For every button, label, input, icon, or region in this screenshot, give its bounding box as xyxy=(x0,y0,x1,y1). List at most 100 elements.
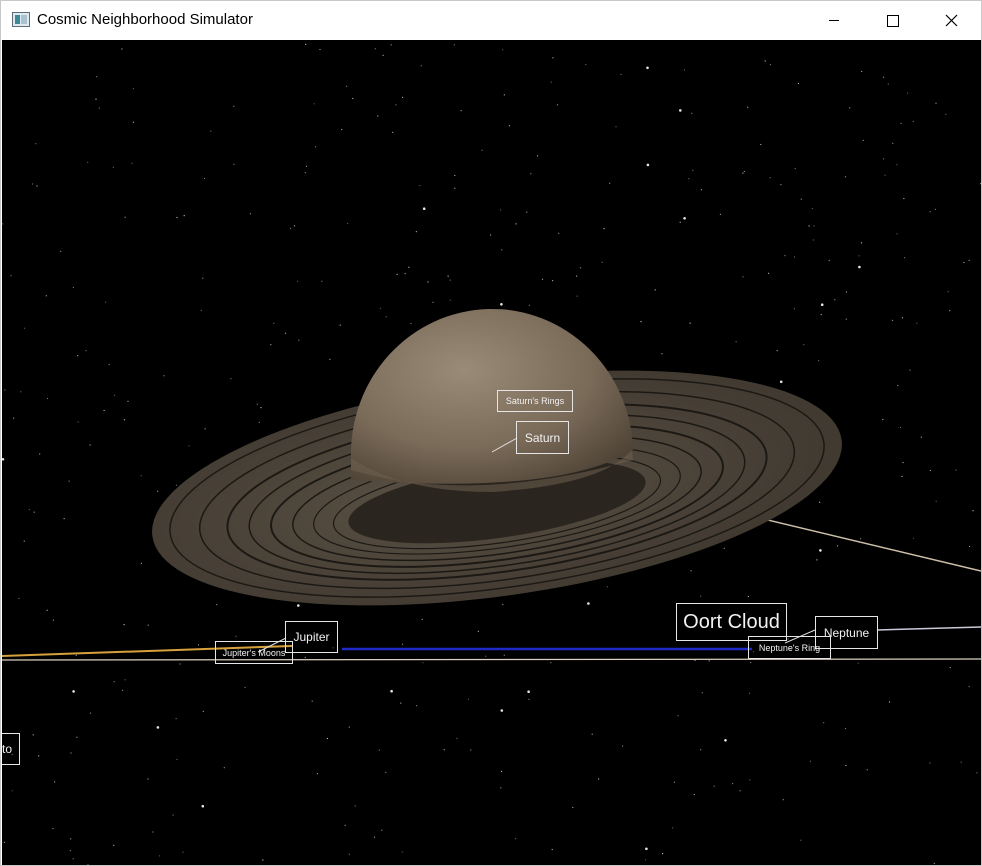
star xyxy=(4,389,6,391)
star xyxy=(541,278,544,280)
star xyxy=(347,222,349,224)
star xyxy=(503,654,505,656)
star xyxy=(813,225,815,227)
star xyxy=(422,207,426,210)
star xyxy=(13,417,15,419)
star xyxy=(321,280,323,282)
star xyxy=(454,187,456,189)
star xyxy=(688,178,690,180)
star xyxy=(157,490,159,492)
star xyxy=(23,540,25,542)
star xyxy=(443,749,445,751)
star xyxy=(713,785,715,787)
label-pluto[interactable]: to xyxy=(2,733,20,765)
star xyxy=(477,630,479,633)
star xyxy=(809,760,812,762)
star xyxy=(907,92,909,94)
star xyxy=(750,662,752,664)
star xyxy=(552,280,554,282)
star xyxy=(490,234,492,236)
star xyxy=(298,339,300,341)
star xyxy=(784,255,786,257)
star xyxy=(779,380,783,384)
star xyxy=(816,559,818,561)
star xyxy=(811,207,813,210)
minimize-button[interactable] xyxy=(811,1,857,39)
star xyxy=(749,779,751,781)
star xyxy=(803,344,805,346)
star xyxy=(743,170,745,173)
star xyxy=(98,107,100,109)
star xyxy=(708,660,710,662)
star xyxy=(860,242,863,244)
star xyxy=(96,76,98,78)
star xyxy=(891,319,894,321)
label-jupiters-moons[interactable]: Jupiter's Moons xyxy=(215,641,293,664)
star xyxy=(216,604,218,606)
star xyxy=(515,223,517,225)
label-saturns-rings[interactable]: Saturn's Rings xyxy=(497,390,573,412)
star xyxy=(273,322,275,324)
star xyxy=(341,128,343,131)
star xyxy=(776,350,778,352)
star xyxy=(113,681,115,683)
star xyxy=(912,120,914,122)
star xyxy=(900,122,902,124)
close-icon xyxy=(945,14,958,27)
star xyxy=(381,829,383,831)
star xyxy=(70,752,72,754)
star xyxy=(700,189,703,191)
star xyxy=(152,831,154,833)
star xyxy=(579,267,582,269)
simulation-viewport[interactable]: Saturn's Rings Saturn Jupiter Jupiter's … xyxy=(2,40,981,865)
close-button[interactable] xyxy=(927,1,973,39)
star xyxy=(955,469,957,471)
star xyxy=(176,758,178,761)
star xyxy=(916,322,918,324)
star xyxy=(297,604,300,607)
star xyxy=(392,131,394,133)
star xyxy=(210,130,212,132)
star xyxy=(72,286,74,288)
star xyxy=(935,500,937,502)
label-neptunes-rings[interactable]: Neptune's Ring xyxy=(748,636,831,659)
star xyxy=(260,407,262,409)
star xyxy=(32,734,34,736)
star xyxy=(131,162,133,164)
star xyxy=(105,301,107,303)
star xyxy=(528,698,530,700)
app-window: Cosmic Neighborhood Simulator Saturn's R… xyxy=(0,0,982,866)
star xyxy=(800,198,802,200)
star xyxy=(862,139,864,141)
star xyxy=(54,781,56,783)
title-bar[interactable]: Cosmic Neighborhood Simulator xyxy=(1,1,981,39)
label-saturn[interactable]: Saturn xyxy=(516,421,569,454)
star xyxy=(747,106,749,108)
star xyxy=(662,853,664,855)
star xyxy=(500,787,502,789)
star xyxy=(552,57,554,59)
star xyxy=(920,436,922,438)
star xyxy=(297,280,299,282)
star xyxy=(416,705,418,707)
star xyxy=(290,227,292,229)
star xyxy=(223,767,225,769)
star xyxy=(576,275,578,277)
star xyxy=(514,838,517,840)
star xyxy=(866,769,868,771)
star xyxy=(379,307,381,309)
star xyxy=(204,428,206,430)
maximize-button[interactable] xyxy=(869,1,915,39)
star xyxy=(339,324,341,326)
star xyxy=(175,484,177,486)
star xyxy=(293,225,296,227)
star xyxy=(858,255,860,257)
star xyxy=(818,360,820,362)
star xyxy=(882,76,885,78)
star xyxy=(35,143,37,145)
star xyxy=(374,48,376,50)
star xyxy=(550,662,552,664)
star xyxy=(793,256,796,258)
star xyxy=(179,663,181,665)
star xyxy=(819,549,822,552)
